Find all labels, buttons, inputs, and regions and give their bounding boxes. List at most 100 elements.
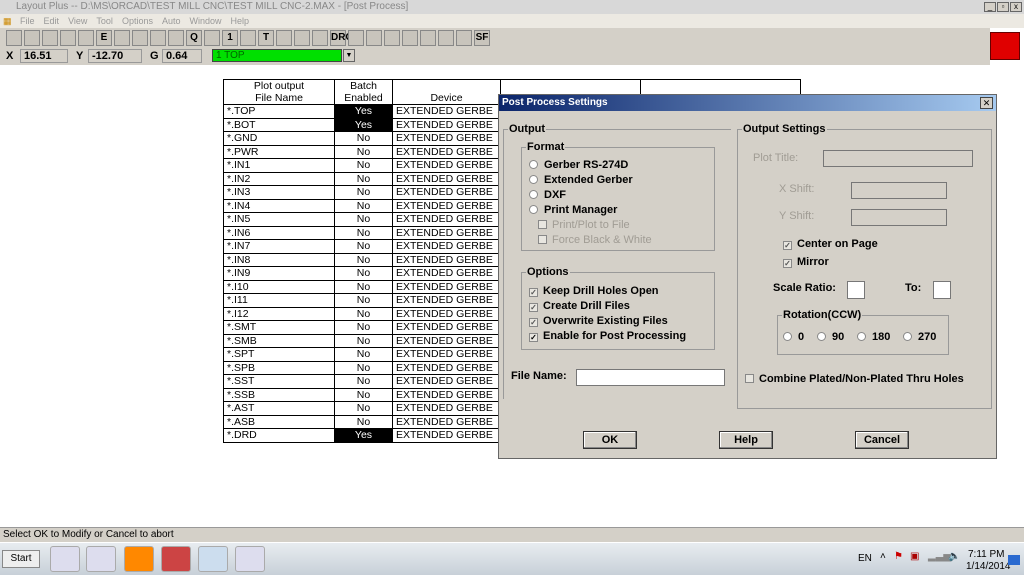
language-indicator[interactable]: EN [858,553,872,564]
file-name-cell[interactable]: *.I11 [223,293,335,308]
batch-enabled-cell[interactable]: No [334,266,393,281]
menu-view[interactable]: View [68,16,87,26]
layout-plus-icon[interactable] [161,546,191,572]
menu-help[interactable]: Help [231,16,250,26]
maximize-button[interactable]: ▫ [997,2,1009,12]
chevron-down-icon[interactable]: ▼ [343,49,355,62]
file-name-cell[interactable]: *.IN4 [223,198,335,213]
checkbox-option-0[interactable]: ✓ Keep Drill Holes Open [529,285,659,297]
radio-dxf[interactable]: DXF [529,189,566,201]
toolbar-zoom-in-icon[interactable] [132,30,148,46]
toolbar-e-icon[interactable]: E [96,30,112,46]
device-cell[interactable]: EXTENDED GERBE [392,131,501,146]
batch-enabled-cell[interactable]: No [334,239,393,254]
scale-to-input[interactable] [933,281,951,299]
toolbar-color-icon[interactable] [240,30,256,46]
firefox-icon[interactable] [124,546,154,572]
ok-button[interactable]: OK [583,431,637,449]
toolbar-drc-check-icon[interactable] [456,30,472,46]
device-cell[interactable]: EXTENDED GERBE [392,320,501,335]
batch-enabled-cell[interactable]: No [334,293,393,308]
file-name-cell[interactable]: *.IN6 [223,225,335,240]
batch-enabled-cell[interactable]: No [334,144,393,159]
clock-time[interactable]: 7:11 PM [968,549,1005,560]
device-cell[interactable]: EXTENDED GERBE [392,428,501,443]
toolbar-save-icon[interactable] [24,30,40,46]
batch-enabled-cell[interactable]: No [334,279,393,294]
file-name-cell[interactable]: *.SPB [223,360,335,375]
device-cell[interactable]: EXTENDED GERBE [392,360,501,375]
file-name-cell[interactable]: *.IN7 [223,239,335,254]
file-name-cell[interactable]: *.IN3 [223,185,335,200]
file-name-cell[interactable]: *.IN5 [223,212,335,227]
file-name-cell[interactable]: *.IN1 [223,158,335,173]
network-error-icon[interactable]: ▣ [910,551,919,562]
menu-tool[interactable]: Tool [96,16,113,26]
toolbar-zoom-window-icon[interactable] [168,30,184,46]
device-cell[interactable]: EXTENDED GERBE [392,198,501,213]
batch-enabled-cell[interactable]: No [334,414,393,429]
checkbox-option-3[interactable]: ✓ Enable for Post Processing [529,330,686,342]
flag-icon[interactable]: ⚑ [894,551,903,562]
help-button[interactable]: Help [719,431,773,449]
toolbar-block-icon[interactable] [348,30,364,46]
batch-enabled-cell[interactable]: No [334,198,393,213]
radio-extended-gerber[interactable]: Extended Gerber [529,174,633,186]
toolbar-drc-icon[interactable]: DRC [330,30,353,46]
close-button[interactable]: x [1010,2,1022,12]
file-name-cell[interactable]: *.ASB [223,414,335,429]
minimize-button[interactable]: _ [984,2,996,12]
checkbox-option-2[interactable]: ✓ Overwrite Existing Files [529,315,668,327]
device-cell[interactable]: EXTENDED GERBE [392,387,501,402]
file-name-cell[interactable]: *.BOT [223,117,335,132]
radio-rotation-0[interactable]: 0 [783,331,804,343]
toolbar-x-icon[interactable] [60,30,76,46]
menu-window[interactable]: Window [189,16,221,26]
dialog-close-button[interactable]: ✕ [980,97,993,109]
device-cell[interactable]: EXTENDED GERBE [392,104,501,119]
toolbar-auto-icon[interactable] [420,30,436,46]
checkbox-force-bw[interactable]: Force Black & White [538,234,652,246]
checkbox-center-on-page[interactable]: ✓ Center on Page [783,238,878,250]
device-cell[interactable]: EXTENDED GERBE [392,225,501,240]
toolbar-sf-icon[interactable]: SF [474,30,490,46]
file-name-cell[interactable]: *.SSB [223,387,335,402]
device-cell[interactable]: EXTENDED GERBE [392,279,501,294]
radio-gerber-rs274d[interactable]: Gerber RS-274D [529,159,628,171]
toolbar-q-icon[interactable]: Q [186,30,202,46]
batch-enabled-cell[interactable]: No [334,185,393,200]
checkbox-combine-holes[interactable]: Combine Plated/Non-Plated Thru Holes [745,373,964,385]
toolbar-colors-icon[interactable] [312,30,328,46]
device-cell[interactable]: EXTENDED GERBE [392,401,501,416]
batch-enabled-cell[interactable]: No [334,212,393,227]
device-cell[interactable]: EXTENDED GERBE [392,185,501,200]
device-cell[interactable]: EXTENDED GERBE [392,293,501,308]
file-name-cell[interactable]: *.IN2 [223,171,335,186]
radio-print-manager[interactable]: Print Manager [529,204,617,216]
file-name-cell[interactable]: *.SMT [223,320,335,335]
toolbar-stack-icon[interactable] [42,30,58,46]
y-shift-input[interactable] [851,209,947,226]
device-cell[interactable]: EXTENDED GERBE [392,144,501,159]
file-name-input[interactable] [576,369,725,386]
clock-date[interactable]: 1/14/2014 [966,561,1011,572]
chevron-up-icon[interactable]: ˄ [880,551,886,562]
layer-select[interactable]: 1 TOP [212,49,342,62]
device-cell[interactable]: EXTENDED GERBE [392,212,501,227]
device-cell[interactable]: EXTENDED GERBE [392,171,501,186]
window-icon[interactable] [198,546,228,572]
toolbar-grid-icon[interactable] [114,30,130,46]
toolbar-zoom-out-icon[interactable] [150,30,166,46]
device-cell[interactable]: EXTENDED GERBE [392,306,501,321]
checkbox-mirror[interactable]: ✓ Mirror [783,256,829,268]
device-cell[interactable]: EXTENDED GERBE [392,347,501,362]
batch-enabled-cell[interactable]: No [334,347,393,362]
file-name-cell[interactable]: *.SMB [223,333,335,348]
device-cell[interactable]: EXTENDED GERBE [392,252,501,267]
toolbar-swap-icon[interactable] [366,30,382,46]
batch-enabled-cell[interactable]: No [334,158,393,173]
batch-enabled-cell[interactable]: No [334,252,393,267]
explorer-icon[interactable] [50,546,80,572]
toolbar-null-icon[interactable] [294,30,310,46]
batch-enabled-cell[interactable]: No [334,401,393,416]
